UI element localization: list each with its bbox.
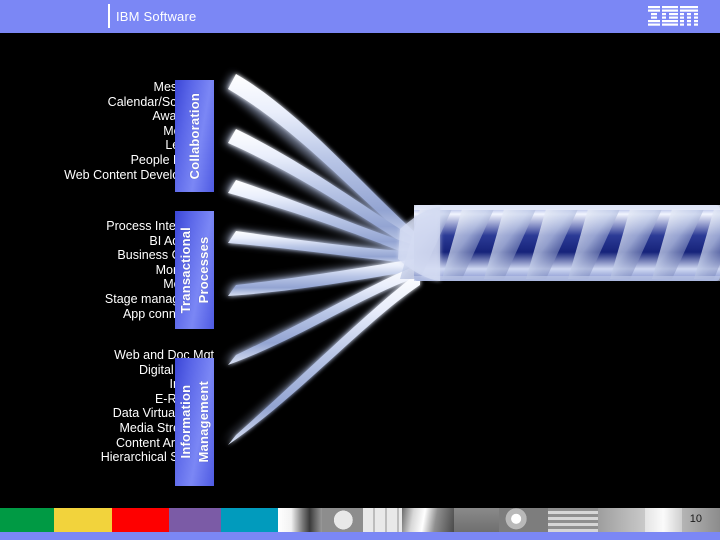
footer-photo-fragment bbox=[644, 508, 682, 532]
footer-photo-fragment bbox=[363, 508, 402, 532]
footer-swatch-red bbox=[112, 508, 170, 532]
page-title: IBM Software bbox=[116, 9, 197, 24]
footer-photo-fragment bbox=[277, 508, 322, 532]
slide-body: MessagingCalendar/ScheduleAwarenessMeeti… bbox=[0, 33, 720, 500]
footer-photo-fragment bbox=[321, 508, 364, 532]
footer-photo-fragment bbox=[453, 508, 499, 532]
category-tab-transactional-processes[interactable]: Transactional Processes bbox=[175, 211, 214, 329]
category-tab-information-management[interactable]: Information Management bbox=[175, 358, 214, 486]
footer-swatch-yellow bbox=[53, 508, 113, 532]
header-band: IBM Software bbox=[0, 0, 720, 33]
ibm-logo bbox=[648, 6, 708, 27]
header-divider bbox=[108, 4, 110, 28]
footer-swatch-green bbox=[0, 508, 54, 532]
footer-swatch-cyan bbox=[221, 508, 278, 532]
category-tab-label: Information Management bbox=[177, 381, 211, 463]
footer-photo-fragment bbox=[547, 508, 598, 532]
page-number: 10 bbox=[689, 513, 702, 525]
footer-accent-rule bbox=[0, 532, 720, 540]
category-tab-label: Collaboration bbox=[186, 92, 202, 180]
footer-swatch-strip bbox=[0, 508, 720, 532]
footer-photo-fragment bbox=[401, 508, 454, 532]
footer-photo-fragment bbox=[597, 508, 645, 532]
footer-photo-fragment bbox=[498, 508, 548, 532]
footer-swatch-purple bbox=[169, 508, 222, 532]
footer: 10 bbox=[0, 500, 720, 540]
category-tab-label: Transactional Processes bbox=[177, 226, 211, 314]
category-tab-collaboration[interactable]: Collaboration bbox=[175, 80, 214, 192]
